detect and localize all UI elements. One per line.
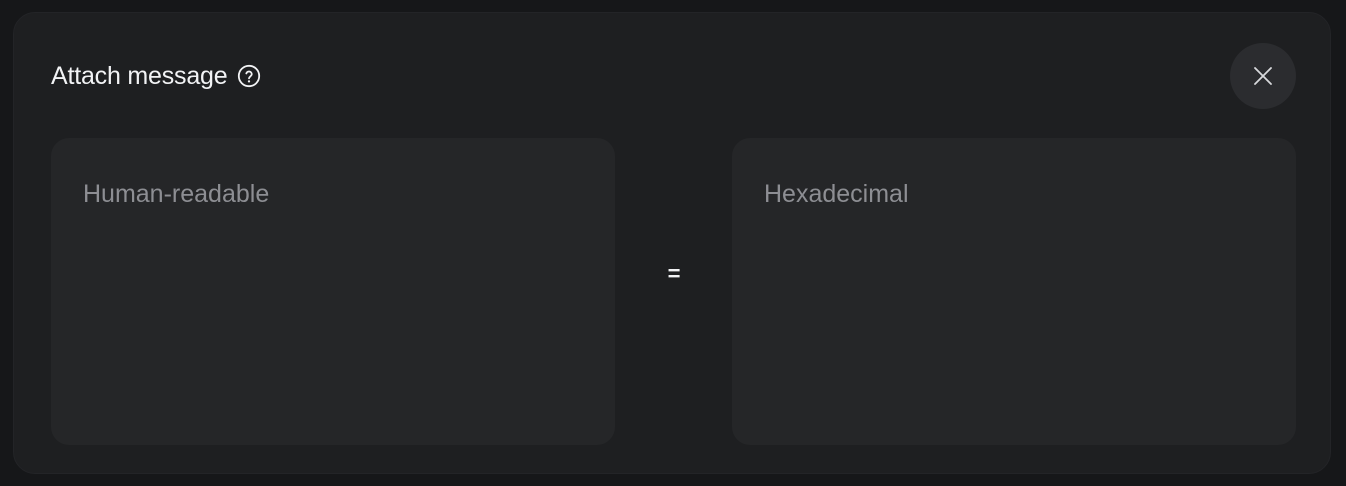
dialog-title: Attach message xyxy=(51,62,228,90)
attach-message-dialog: Attach message = xyxy=(13,12,1331,474)
close-button[interactable] xyxy=(1230,43,1296,109)
human-readable-input[interactable] xyxy=(51,138,615,445)
dialog-header: Attach message xyxy=(51,61,261,91)
close-icon xyxy=(1252,65,1274,87)
question-circle-icon[interactable] xyxy=(237,64,261,88)
hexadecimal-input[interactable] xyxy=(732,138,1296,445)
equals-sign: = xyxy=(667,261,681,286)
